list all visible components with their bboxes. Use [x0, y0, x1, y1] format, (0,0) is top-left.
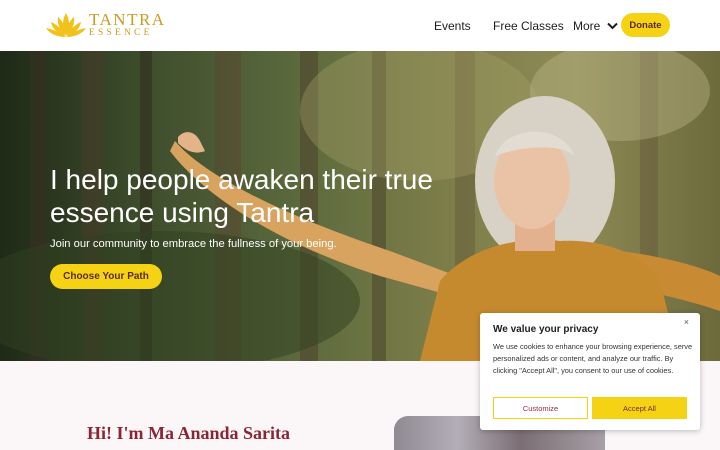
customize-button[interactable]: Customize — [493, 397, 588, 419]
cookie-consent-banner: × We value your privacy We use cookies t… — [480, 313, 700, 430]
lotus-icon — [46, 13, 86, 37]
donate-button[interactable]: Donate — [621, 13, 670, 37]
cookie-title: We value your privacy — [493, 324, 599, 335]
brand-subtitle: ESSENCE — [89, 28, 153, 39]
hero-title: I help people awaken their true essence … — [50, 164, 433, 228]
hero-subtitle: Join our community to embrace the fullne… — [50, 238, 337, 250]
nav-item-more[interactable]: More — [573, 0, 619, 51]
nav-item-events[interactable]: Events — [434, 0, 471, 51]
site-header: TANTRA ESSENCE Events Free Classes More … — [0, 0, 720, 51]
brand-logo[interactable]: TANTRA ESSENCE — [45, 9, 166, 41]
nav-item-label: More — [573, 18, 601, 33]
choose-your-path-button[interactable]: Choose Your Path — [50, 264, 162, 289]
brand-title: TANTRA — [89, 10, 166, 30]
close-icon[interactable]: × — [684, 317, 689, 327]
intro-heading: Hi! I'm Ma Ananda Sarita — [87, 423, 291, 443]
chevron-down-icon — [607, 19, 619, 33]
nav-item-label: Events — [434, 18, 471, 33]
cookie-description: We use cookies to enhance your browsing … — [493, 342, 693, 375]
nav-item-label: Free Classes — [493, 18, 564, 33]
nav-item-free-classes[interactable]: Free Classes — [493, 0, 564, 51]
accept-all-button[interactable]: Accept All — [592, 397, 687, 419]
